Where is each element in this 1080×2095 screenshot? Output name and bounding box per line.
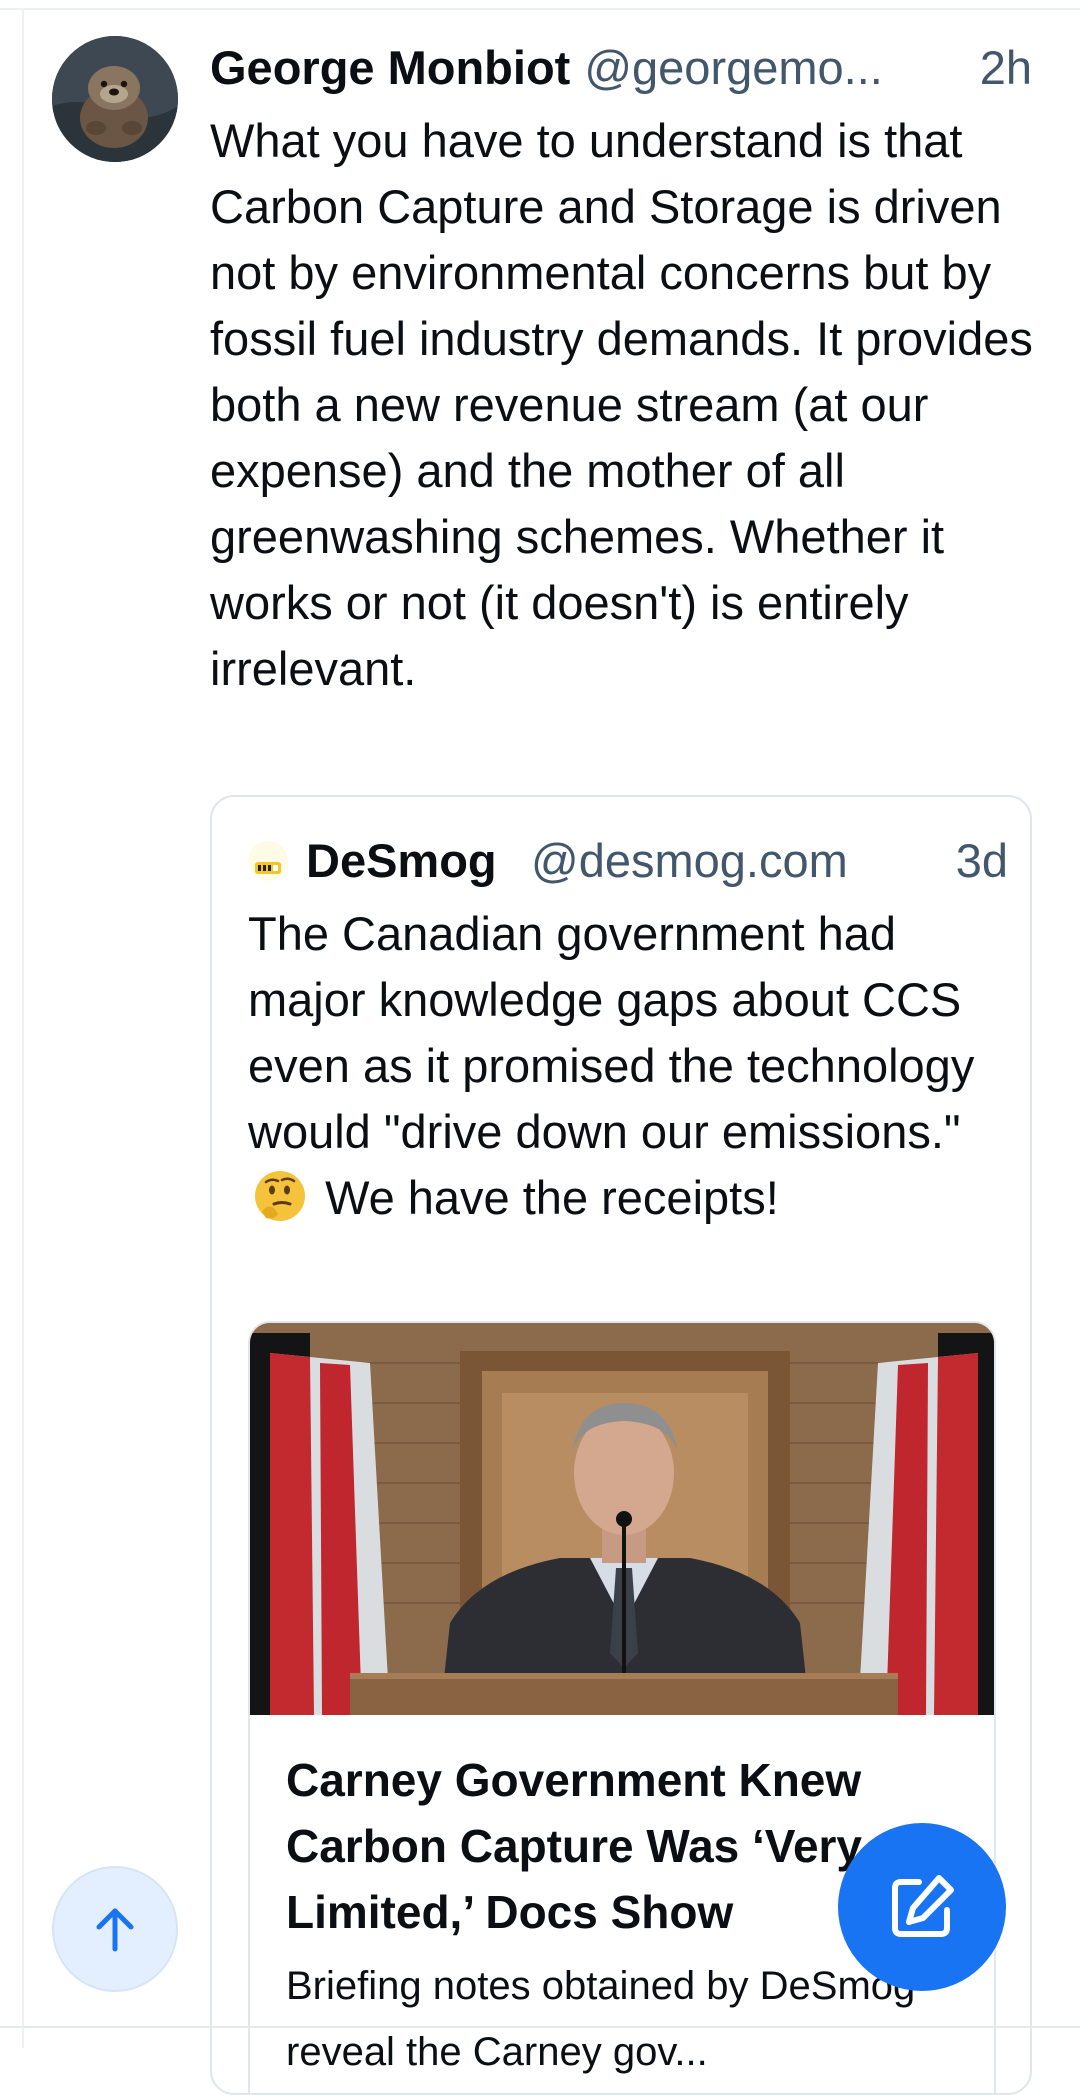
quoted-text-part-2: We have the receipts! — [325, 1171, 779, 1224]
author-name[interactable]: George Monbiot — [210, 41, 570, 94]
thinking-face-emoji — [252, 1168, 308, 1241]
quoted-post-text: The Canadian government had major knowle… — [248, 901, 1008, 1241]
embed-description: Briefing notes obtained by DeSmog reveal… — [286, 1964, 916, 2074]
post-text: What you have to understand is that Carb… — [210, 114, 1033, 695]
compose-icon — [892, 1875, 954, 1937]
quoted-author-name[interactable]: DeSmog — [306, 831, 497, 891]
quoted-post-timestamp[interactable]: 3d — [956, 831, 1008, 891]
desmog-logo — [248, 841, 288, 881]
press-conference-photo — [250, 1323, 994, 1715]
post-header: George Monbiot @georgemo... — [210, 38, 1040, 98]
scroll-to-top-button[interactable] — [52, 1866, 178, 1992]
quoted-text-part-1: The Canadian government had major knowle… — [248, 907, 975, 1158]
post-timestamp[interactable]: 2h — [971, 38, 1032, 98]
quoted-post-header: DeSmog @desmog.com 3d — [248, 831, 1008, 891]
post[interactable]: George Monbiot @georgemo... 2h What you h… — [0, 0, 1080, 2095]
author-handle[interactable]: @georgemo... — [584, 41, 883, 94]
quoted-author-handle[interactable]: @desmog.com — [531, 831, 848, 891]
thinking-face-icon — [255, 1171, 305, 1221]
desmog-logo-image — [255, 862, 281, 874]
sea-otter-avatar[interactable] — [52, 36, 178, 162]
avatar-image — [52, 36, 178, 162]
arrow-up-icon — [96, 1908, 134, 1952]
bottom-divider — [0, 2026, 1080, 2028]
compose-button[interactable] — [838, 1823, 1006, 1991]
